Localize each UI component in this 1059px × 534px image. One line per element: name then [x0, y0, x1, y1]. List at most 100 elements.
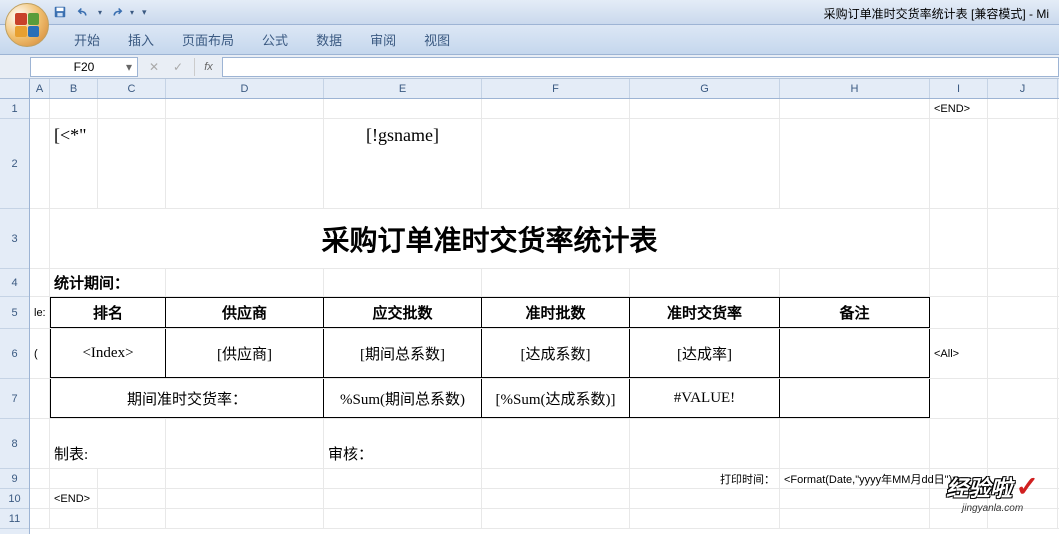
cell[interactable]	[780, 489, 930, 508]
col-header[interactable]: E	[324, 79, 482, 98]
cell[interactable]: <END>	[930, 99, 988, 118]
table-cell[interactable]: [供应商]	[166, 329, 324, 378]
cell[interactable]	[30, 99, 50, 118]
undo-button[interactable]	[74, 2, 94, 22]
cell[interactable]	[482, 489, 630, 508]
col-header[interactable]: F	[482, 79, 630, 98]
cell[interactable]: le:	[30, 297, 50, 328]
cell[interactable]	[98, 469, 166, 488]
cell-grid[interactable]: <END> [<*" [!gsname] 采购订单准时交货率统计表	[30, 99, 1059, 529]
row-header[interactable]: 3	[0, 209, 29, 269]
cell[interactable]	[166, 99, 324, 118]
row-header[interactable]: 8	[0, 419, 29, 469]
cell[interactable]	[166, 509, 324, 528]
cell[interactable]	[988, 329, 1058, 378]
name-box-dropdown-icon[interactable]: ▾	[121, 60, 137, 74]
cell[interactable]	[30, 509, 50, 528]
cell[interactable]	[780, 99, 930, 118]
tab-review[interactable]: 审阅	[356, 25, 410, 54]
cell[interactable]	[988, 119, 1058, 208]
cell[interactable]	[630, 269, 780, 296]
formula-input[interactable]	[222, 57, 1059, 77]
cell[interactable]	[50, 469, 98, 488]
row-header[interactable]: 5	[0, 297, 29, 329]
summary-cell[interactable]: %Sum(期间总系数)	[324, 379, 482, 418]
cell[interactable]	[324, 509, 482, 528]
cell[interactable]	[324, 469, 482, 488]
col-header[interactable]: B	[50, 79, 98, 98]
cell[interactable]	[324, 269, 482, 296]
cell[interactable]: <END>	[50, 489, 98, 508]
row-header[interactable]: 9	[0, 469, 29, 489]
cell[interactable]	[930, 419, 988, 468]
cell[interactable]	[630, 489, 780, 508]
table-header[interactable]: 准时批数	[482, 297, 630, 328]
cell[interactable]	[482, 119, 630, 208]
table-header[interactable]: 排名	[50, 297, 166, 328]
row-header[interactable]: 4	[0, 269, 29, 297]
cell[interactable]	[780, 119, 930, 208]
cell[interactable]	[988, 99, 1058, 118]
qat-customize-icon[interactable]: ▾	[142, 7, 147, 18]
cell[interactable]	[30, 419, 50, 468]
summary-label[interactable]: 期间准时交货率：	[50, 379, 324, 418]
cell[interactable]: 审核：	[324, 419, 482, 468]
cell[interactable]	[166, 269, 324, 296]
cell[interactable]: <Format(Date,"yyyy年MM月dd日")>	[780, 469, 930, 488]
col-header[interactable]: A	[30, 79, 50, 98]
cell[interactable]	[930, 379, 988, 418]
cell[interactable]	[30, 209, 50, 268]
tab-formulas[interactable]: 公式	[248, 25, 302, 54]
cell[interactable]	[30, 119, 50, 208]
error-cell[interactable]: #VALUE!	[630, 379, 780, 418]
undo-dropdown-icon[interactable]: ▾	[98, 8, 102, 17]
cell[interactable]: 制表:	[50, 419, 166, 468]
table-header[interactable]: 应交批数	[324, 297, 482, 328]
cell[interactable]	[930, 269, 988, 296]
cell[interactable]	[780, 419, 930, 468]
col-header[interactable]: H	[780, 79, 930, 98]
cell[interactable]	[50, 99, 98, 118]
cell[interactable]	[630, 419, 780, 468]
table-header[interactable]: 供应商	[166, 297, 324, 328]
select-all-corner[interactable]	[0, 79, 29, 99]
cell[interactable]: 打印时间：	[630, 469, 780, 488]
row-header[interactable]: 6	[0, 329, 29, 379]
tab-layout[interactable]: 页面布局	[168, 25, 248, 54]
name-box[interactable]: F20 ▾	[30, 57, 138, 77]
cell[interactable]	[98, 119, 166, 208]
cell[interactable]	[988, 269, 1058, 296]
table-cell[interactable]: <Index>	[50, 329, 166, 378]
table-header[interactable]: 准时交货率	[630, 297, 780, 328]
redo-button[interactable]	[106, 2, 126, 22]
save-button[interactable]	[50, 2, 70, 22]
tab-view[interactable]: 视图	[410, 25, 464, 54]
table-cell[interactable]: [期间总系数]	[324, 329, 482, 378]
table-cell[interactable]: [达成系数]	[482, 329, 630, 378]
cell[interactable]	[482, 269, 630, 296]
col-header[interactable]: G	[630, 79, 780, 98]
cell[interactable]: <All>	[930, 329, 988, 378]
tab-data[interactable]: 数据	[302, 25, 356, 54]
cell[interactable]	[482, 509, 630, 528]
cell[interactable]: [<*"	[50, 119, 98, 208]
cell[interactable]	[630, 119, 780, 208]
cell[interactable]	[30, 469, 50, 488]
row-header[interactable]: 10	[0, 489, 29, 509]
tab-insert[interactable]: 插入	[114, 25, 168, 54]
col-header[interactable]: I	[930, 79, 988, 98]
cell[interactable]	[166, 119, 324, 208]
cell[interactable]: 统计期间：	[50, 269, 166, 296]
cell[interactable]: (	[30, 329, 50, 378]
cell[interactable]	[630, 509, 780, 528]
row-header[interactable]: 1	[0, 99, 29, 119]
confirm-icon[interactable]: ✓	[170, 60, 186, 74]
cell[interactable]	[30, 489, 50, 508]
cell[interactable]	[482, 469, 630, 488]
office-button[interactable]	[5, 3, 49, 47]
cell[interactable]	[166, 469, 324, 488]
cell[interactable]	[930, 209, 988, 268]
cell[interactable]	[98, 489, 166, 508]
cell[interactable]	[988, 419, 1058, 468]
cell[interactable]	[930, 297, 988, 328]
